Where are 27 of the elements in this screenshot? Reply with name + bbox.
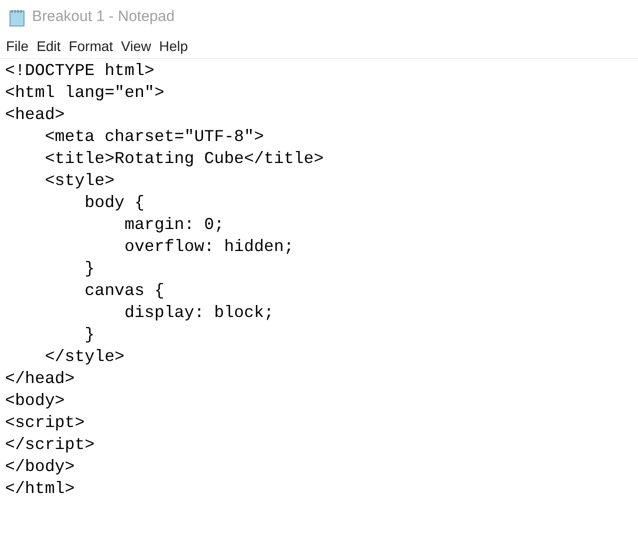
code-line: <script> bbox=[5, 412, 85, 434]
menu-item[interactable]: View bbox=[117, 36, 156, 57]
code-line: </body> bbox=[5, 456, 75, 478]
code-line: <head> bbox=[5, 104, 65, 126]
code-line: body { bbox=[84, 192, 144, 214]
code-line: <body> bbox=[5, 390, 65, 412]
code-line: <meta charset="UTF-8"> bbox=[44, 126, 264, 148]
code-line: } bbox=[84, 324, 95, 346]
code-line: </style> bbox=[44, 346, 124, 368]
code-line: </head> bbox=[5, 368, 75, 390]
menu-item[interactable]: Help bbox=[155, 36, 192, 57]
menu-item[interactable]: Edit bbox=[32, 36, 65, 57]
code-line: } bbox=[84, 258, 95, 280]
code-line: overflow: hidden; bbox=[123, 236, 294, 258]
menu-item[interactable]: Format bbox=[64, 36, 118, 57]
code-line: <style> bbox=[44, 170, 115, 192]
code-line: <!DOCTYPE html> bbox=[5, 60, 154, 82]
menu-item[interactable]: File bbox=[2, 36, 33, 57]
code-line: <html lang="en"> bbox=[5, 82, 164, 104]
window-title: Breakout 1 - Notepad bbox=[32, 7, 175, 28]
code-line: margin: 0; bbox=[123, 214, 224, 236]
code-line: </script> bbox=[5, 434, 95, 456]
code-line: </html> bbox=[5, 478, 75, 500]
code-line: display: block; bbox=[123, 302, 274, 324]
code-line: canvas { bbox=[84, 280, 164, 302]
notepad-icon bbox=[8, 8, 26, 26]
code-line: <title>Rotating Cube</title> bbox=[44, 148, 324, 170]
